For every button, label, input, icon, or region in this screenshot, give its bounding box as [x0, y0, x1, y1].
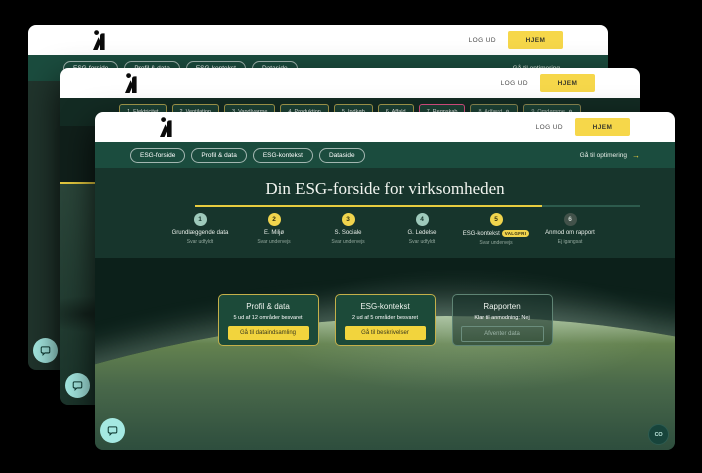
home-button[interactable]: HJEM — [540, 74, 595, 92]
step-label: Anmod om rapport — [545, 230, 595, 236]
step-esg-kontekst[interactable]: 5 ESG-kontekstVALGFRI Svar undervejs — [459, 213, 533, 246]
home-button[interactable]: HJEM — [575, 118, 630, 136]
logout-button[interactable]: LOG UD — [536, 124, 563, 131]
chat-bubble-icon — [40, 345, 51, 356]
card-subtitle: 2 ud af 5 områder besvaret — [352, 315, 418, 321]
card-profil-data: Profil & data 5 ud af 12 områder besvaret… — [218, 294, 319, 346]
step-tracker: 1 Grundlæggende data Svar udfyldt 2 E. Miljø… — [163, 213, 609, 246]
company-logo-icon[interactable] — [124, 73, 139, 93]
esg-forside-window: LOG UD HJEM ESG-forsideProfil & dataESG-… — [95, 112, 675, 450]
step-number: 4 — [416, 213, 429, 226]
page-title: Din ESG-forside for virksomheden — [95, 179, 675, 199]
step-number: 2 — [268, 213, 281, 226]
step-label: Grundlæggende data — [172, 230, 229, 236]
nav-pill-profil-data[interactable]: Profil & data — [191, 148, 246, 163]
step-number: 5 — [490, 213, 503, 226]
nav-pill-group: ESG-forside Profil & data ESG-kontekst Data… — [130, 148, 365, 163]
section-navbar: ESG-forside Profil & data ESG-kontekst Data… — [95, 142, 675, 168]
go-to-optimization-link[interactable]: Gå til optimering → — [580, 151, 640, 160]
optimize-label: Gå til optimering — [580, 152, 627, 159]
step-label: ESG-kontekst — [463, 231, 500, 237]
step-status: Ej igangsat — [558, 239, 583, 245]
step-number: 6 — [564, 213, 577, 226]
valgfri-badge: VALGFRI — [502, 230, 530, 237]
progress-track — [195, 205, 640, 207]
step-anmod-om-rapport[interactable]: 6 Anmod om rapport Ej igangsat — [533, 213, 607, 246]
chat-widget-button[interactable] — [33, 338, 58, 363]
chat-bubble-icon — [72, 380, 83, 391]
card-button-afventer-data: Afventer data — [461, 326, 544, 342]
desktop-background: LOG UD HJEM ESG-forsideProfil & dataESG-… — [0, 0, 702, 473]
card-esg-kontekst: ESG-kontekst 2 ud af 5 områder besvaret Gå… — [335, 294, 436, 346]
arrow-right-icon: → — [632, 151, 640, 160]
nav-pill-esg-forside[interactable]: ESG-forside — [130, 148, 185, 163]
card-rapporten: Rapporten Klar til anmodning: Nej Afventer… — [452, 294, 553, 346]
overview-section: Profil & data 5 ud af 12 områder besvaret… — [95, 258, 675, 450]
step-status: Svar undervejs — [331, 239, 364, 245]
chat-bubble-icon — [107, 425, 118, 436]
card-title: Profil & data — [246, 302, 290, 311]
card-title: Rapporten — [483, 302, 520, 311]
step-status: Svar undervejs — [257, 239, 290, 245]
step-status: Svar undervejs — [479, 240, 512, 246]
nav-pill-dataside[interactable]: Dataside — [319, 148, 365, 163]
app-header: LOG UD HJEM — [60, 68, 640, 98]
app-header: LOG UD HJEM — [28, 25, 608, 55]
home-button[interactable]: HJEM — [508, 31, 563, 49]
step-g-ledelse[interactable]: 4 G. Ledelse Svar udfyldt — [385, 213, 459, 246]
card-subtitle: 5 ud af 12 områder besvaret — [233, 315, 302, 321]
step-e-miljø[interactable]: 2 E. Miljø Svar undervejs — [237, 213, 311, 246]
company-logo-icon[interactable] — [92, 30, 107, 50]
logout-button[interactable]: LOG UD — [501, 80, 528, 87]
chat-widget-button[interactable] — [65, 373, 90, 398]
step-s-sociale[interactable]: 3 S. Sociale Svar undervejs — [311, 213, 385, 246]
step-status: Svar udfyldt — [409, 239, 435, 245]
hero-section: Din ESG-forside for virksomheden 1 Grundl… — [95, 168, 675, 258]
card-title: ESG-kontekst — [360, 302, 409, 311]
step-number: 3 — [342, 213, 355, 226]
app-header: LOG UD HJEM — [95, 112, 675, 142]
logout-button[interactable]: LOG UD — [469, 37, 496, 44]
progress-fill — [195, 205, 542, 207]
step-number: 1 — [194, 213, 207, 226]
step-label: G. Ledelse — [407, 230, 436, 236]
chat-widget-button[interactable] — [100, 418, 125, 443]
co-link-badge[interactable]: CO — [648, 424, 669, 445]
step-status: Svar udfyldt — [187, 239, 213, 245]
company-logo-icon[interactable] — [159, 117, 174, 137]
step-label: E. Miljø — [264, 230, 284, 236]
step-label: S. Sociale — [334, 230, 361, 236]
step-grundlæggende-data[interactable]: 1 Grundlæggende data Svar udfyldt — [163, 213, 237, 246]
card-button-gå-til-dataindsamling[interactable]: Gå til dataindsamling — [228, 326, 309, 340]
nav-pill-esg-kontekst[interactable]: ESG-kontekst — [253, 148, 313, 163]
card-subtitle: Klar til anmodning: Nej — [474, 315, 529, 321]
card-button-gå-til-beskrivelser[interactable]: Gå til beskrivelser — [345, 326, 426, 340]
summary-card-row: Profil & data 5 ud af 12 områder besvaret… — [95, 294, 675, 346]
